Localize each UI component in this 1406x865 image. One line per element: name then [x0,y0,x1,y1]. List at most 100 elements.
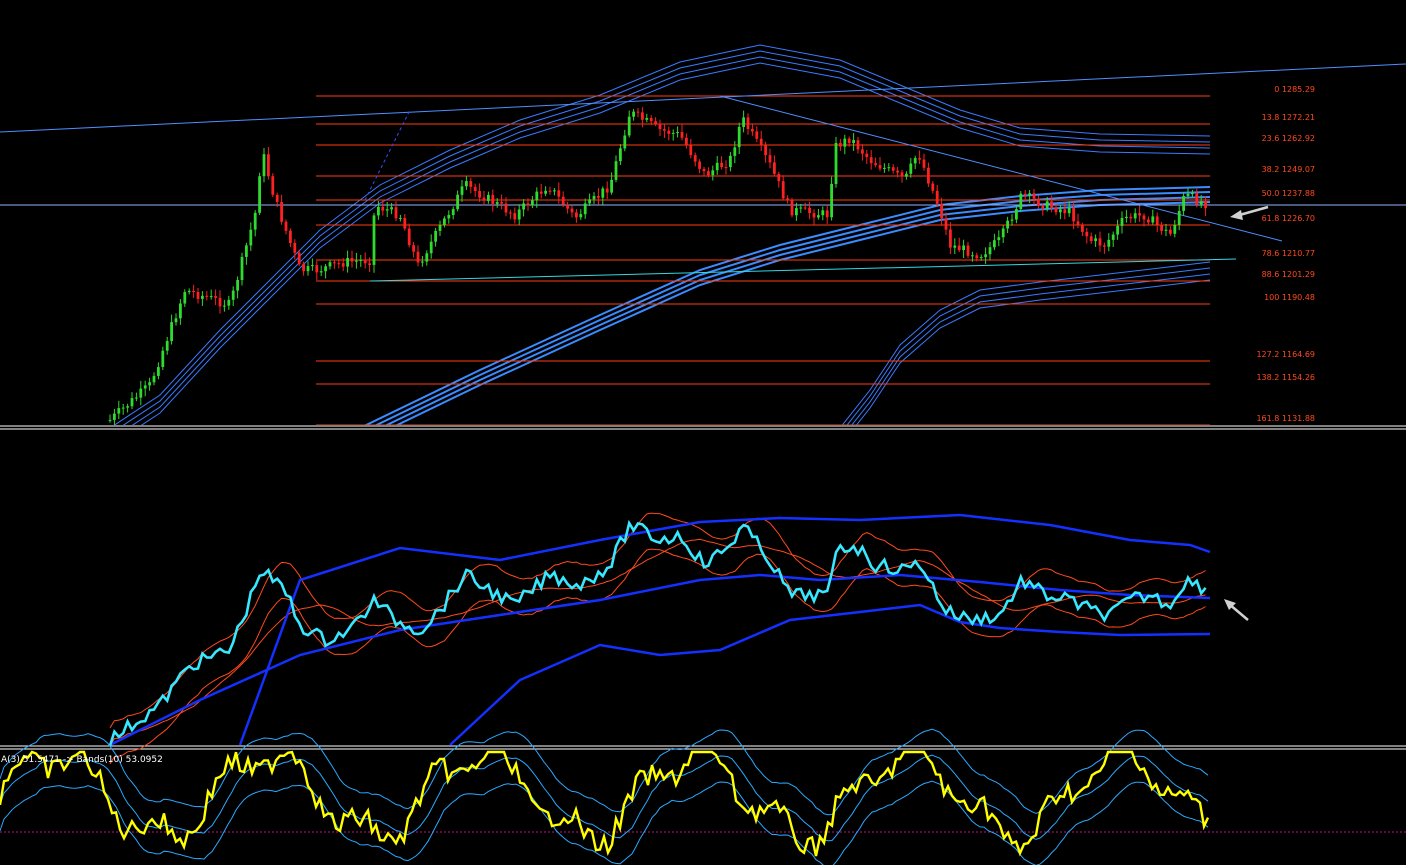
candle-body [218,297,222,307]
candle-body [865,153,869,158]
candle-body [148,382,151,386]
candle-body [1019,193,1023,210]
candle-body [715,162,719,171]
candle-body [830,183,833,218]
candle-body [535,191,539,201]
candle-body [165,341,169,351]
candle-body [746,117,750,129]
panel-separators [0,425,1406,750]
stochastic-panel[interactable]: A(3) 51.5471 -> Bands(10) 53.0952 [0,728,1406,865]
candle-body [315,265,319,273]
candle-body [1072,207,1075,222]
candle-body [1028,193,1031,196]
candle-body [517,209,521,220]
candle-body [913,158,917,164]
candle-body [381,206,385,211]
candle-body [333,262,336,264]
trend-lines[interactable] [0,63,1406,282]
candle-body [1142,215,1146,220]
candle-body [196,292,200,299]
candle-body [707,171,710,176]
ma-envelope [122,50,1211,425]
candle-body [311,265,314,267]
candle-body [1204,201,1207,209]
fib-level-label: 50.0 1237.88 [1262,189,1315,198]
fibonacci-levels [316,95,1210,425]
candle-body [742,117,745,127]
candle-body [245,245,248,257]
long-trend-line [0,63,1406,133]
rsi-panel[interactable] [108,512,1249,765]
candle-body [267,154,270,177]
candle-body [922,159,926,168]
candle-body [130,398,134,407]
candle-body [377,206,380,216]
candle-body [1054,207,1058,213]
candle-body [1006,220,1009,229]
candle-body [531,200,534,206]
candle-body [553,190,556,192]
candle-body [588,199,591,204]
candle-body [157,367,160,376]
candle-body [1116,225,1119,235]
candle-body [579,214,583,218]
candle-body [1103,245,1106,247]
candle-body [500,202,503,204]
candle-body [337,263,341,265]
candle-body [619,148,622,162]
candle-body [1160,224,1163,231]
candle-body [223,305,226,307]
candle-body [896,170,899,173]
candle-body [935,190,939,204]
candle-body [790,199,794,216]
candle-body [658,123,662,130]
candle-body [1041,205,1045,209]
fib-level-label: 161.8 1131.88 [1256,414,1315,423]
candle-body [909,163,913,174]
candle-body [143,385,147,389]
candle-body [1089,236,1093,242]
candle-body [825,210,829,218]
candle-body [1133,213,1137,219]
candle-body [473,186,477,191]
candle-body [940,204,943,219]
candle-body [429,241,433,254]
candle-body [539,191,543,194]
candle-body [1120,218,1124,226]
candle-body [324,266,327,272]
candle-body [275,194,279,202]
candle-body [997,237,1001,241]
candle-body [214,296,217,298]
candle-body [993,240,996,248]
candle-body [759,138,763,146]
candle-body [258,176,261,213]
candle-body [1173,224,1177,234]
stochastic-line [0,750,1210,857]
candle-body [108,419,112,421]
candle-body [1032,193,1036,199]
candle-body [209,296,213,298]
candle-body [262,154,266,177]
candle-body [601,188,605,198]
candle-body [416,251,420,263]
ma-envelope [131,56,1211,425]
candle-body [161,350,165,367]
candle-body [407,228,411,246]
fibonacci-labels: 0 1285.29 13.8 1272.21 23.6 1262.92 38.2 12… [1256,85,1315,423]
fib-level-label: 13.8 1272.21 [1262,113,1315,122]
candle-body [460,186,464,195]
price-panel[interactable]: 0 1285.29 13.8 1272.21 23.6 1262.92 38.2 12… [0,44,1406,446]
candle-body [671,132,675,134]
candle-body [927,167,930,184]
candle-body [645,118,649,120]
candle-body [306,266,310,272]
fib-level-label: 23.6 1262.92 [1262,134,1315,143]
candle-body [900,172,904,177]
candlesticks[interactable] [108,107,1207,425]
candle-body [1191,193,1194,195]
candle-body [293,243,297,253]
candle-body [487,194,490,201]
candle-body [975,255,979,259]
candle-body [614,161,618,180]
candle-body [944,218,948,230]
